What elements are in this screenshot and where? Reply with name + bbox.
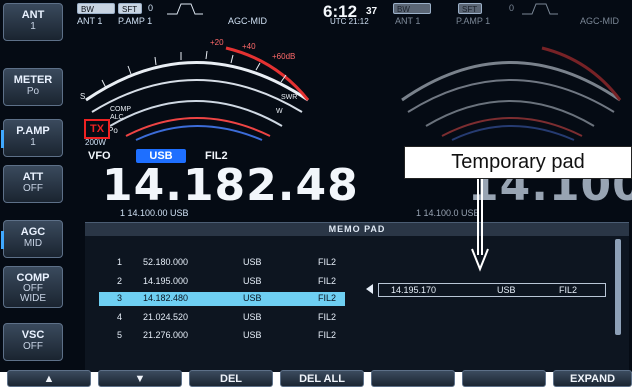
- temp-frequency: 14.195.170: [391, 285, 437, 295]
- memo-pad-panel: MEMO PAD 1 52.180.000 USB FIL2 2 14.195.…: [85, 222, 629, 372]
- att-key-value: OFF: [23, 183, 43, 194]
- memo-row-mode: USB: [243, 293, 262, 303]
- ant-key-label: ANT: [21, 9, 45, 21]
- down-key[interactable]: ▼: [98, 370, 182, 387]
- meter-comp-label: COMP: [110, 106, 131, 113]
- temporary-pad[interactable]: 14.195.170 USB FIL2: [378, 283, 606, 297]
- att-key[interactable]: ATT OFF: [3, 165, 63, 203]
- meter-key[interactable]: METER Po: [3, 68, 63, 106]
- pamp-key[interactable]: P.AMP 1: [1, 119, 63, 157]
- meter-plus40-label: +40: [242, 42, 256, 51]
- blank-key-2[interactable]: [462, 370, 546, 387]
- meter-alc-label: ALC: [110, 114, 124, 121]
- comp-key-value: OFF WIDE: [19, 283, 47, 304]
- tx-indicator: TX: [84, 119, 110, 139]
- del-key[interactable]: DEL: [189, 370, 273, 387]
- pamp-indicator: [1, 130, 4, 148]
- comp-key[interactable]: COMP OFF WIDE: [3, 266, 63, 308]
- agc-key[interactable]: AGC MID: [1, 220, 63, 258]
- meter-plus60-label: +60dB: [272, 52, 296, 61]
- memo-row-frequency: 14.195.000: [143, 276, 189, 286]
- agc-indicator: [1, 231, 4, 249]
- annotation-label: Temporary pad: [404, 146, 632, 179]
- annotation-arrow-icon: [471, 179, 489, 272]
- meter-w-label: W: [276, 108, 283, 115]
- memo-row[interactable]: 4 21.024.520 USB FIL2: [103, 311, 443, 325]
- temp-filter: FIL2: [559, 285, 578, 295]
- meter-plus20-label: +20: [210, 38, 224, 47]
- memo-row-mode: USB: [243, 312, 262, 322]
- main-frequency: 14.182.48: [102, 160, 359, 211]
- memo-row-filter: FIL2: [318, 276, 337, 286]
- memo-row-frequency: 52.180.000: [143, 257, 189, 267]
- transceiver-screen: ANT 1 METER Po P.AMP 1 ATT OFF AGC MID COMP OF…: [0, 0, 632, 372]
- memo-row-frequency: 21.024.520: [143, 312, 189, 322]
- memo-scrollbar[interactable]: [615, 239, 621, 335]
- memo-pad-title: MEMO PAD: [85, 223, 629, 236]
- vsc-key-label: VSC: [21, 329, 45, 341]
- main-pamp: P.AMP 1: [118, 16, 153, 26]
- blank-key-1[interactable]: [371, 370, 455, 387]
- memo-row-filter: FIL2: [318, 293, 337, 303]
- main-bw-badge: BW 2.4k: [77, 3, 115, 25]
- memo-row[interactable]: 5 21.276.000 USB FIL2: [103, 329, 443, 343]
- memo-row-frequency: 14.182.480: [143, 293, 189, 303]
- memo-row[interactable]: 1 52.180.000 USB FIL2: [103, 256, 443, 270]
- sub-bw-badge: BW 2.4k: [393, 3, 431, 25]
- meter-s-label: S: [80, 92, 86, 101]
- memo-row-number: 4: [117, 312, 123, 322]
- sub-ant: ANT 1: [395, 16, 421, 26]
- sub-filter-shape-icon: [522, 3, 558, 15]
- main-filter-shape-icon: [167, 3, 203, 15]
- memo-row-filter: FIL2: [318, 257, 337, 267]
- memo-row-number: 3: [117, 293, 123, 303]
- sub-sft-badge: SFT: [458, 3, 482, 14]
- memo-row-mode: USB: [243, 257, 262, 267]
- memo-row-number: 5: [117, 330, 123, 340]
- memo-row-mode: USB: [243, 276, 262, 286]
- memo-row-mode: USB: [243, 330, 262, 340]
- main-ant: ANT 1: [77, 16, 103, 26]
- agc-key-value: MID: [23, 238, 43, 249]
- triangle-left-icon: [366, 284, 373, 294]
- vsc-key[interactable]: VSC OFF: [3, 323, 63, 361]
- clock-seconds: 37: [366, 6, 378, 17]
- meter-key-value: Po: [26, 86, 40, 97]
- main-sft-value: 0: [148, 3, 154, 13]
- sub-meter: [401, 46, 622, 141]
- main-sub-frequency: 1 14.100.00 USB: [120, 208, 189, 218]
- meter-swr-label: SWR: [281, 94, 298, 101]
- main-agc: AGC-MID: [228, 16, 267, 26]
- sub-pamp: P.AMP 1: [456, 16, 491, 26]
- power-level: 200W: [85, 138, 106, 147]
- meter-key-label: METER: [13, 74, 53, 86]
- memo-row-number: 1: [117, 257, 123, 267]
- utc-clock: UTC 21:12: [330, 17, 369, 26]
- ant-key[interactable]: ANT 1: [3, 3, 63, 41]
- del-all-key[interactable]: DEL ALL: [280, 370, 364, 387]
- memo-row-frequency: 21.276.000: [143, 330, 189, 340]
- main-sft-badge: SFT: [118, 3, 142, 14]
- up-key[interactable]: ▲: [7, 370, 91, 387]
- memo-row-selected[interactable]: 3 14.182.480 USB FIL2: [99, 292, 345, 306]
- sub-sft-value: 0: [509, 3, 515, 13]
- ant-key-value: 1: [30, 21, 36, 32]
- sub-agc: AGC-MID: [580, 16, 619, 26]
- pamp-key-label: P.AMP: [16, 125, 50, 137]
- expand-key[interactable]: EXPAND: [553, 370, 632, 387]
- memo-row-filter: FIL2: [318, 330, 337, 340]
- pamp-key-value: 1: [30, 137, 36, 148]
- memo-row-filter: FIL2: [318, 312, 337, 322]
- vsc-key-value: OFF: [23, 341, 43, 352]
- att-key-label: ATT: [22, 171, 44, 183]
- memo-row-number: 2: [117, 276, 123, 286]
- temp-mode: USB: [497, 285, 516, 295]
- agc-key-label: AGC: [20, 226, 46, 238]
